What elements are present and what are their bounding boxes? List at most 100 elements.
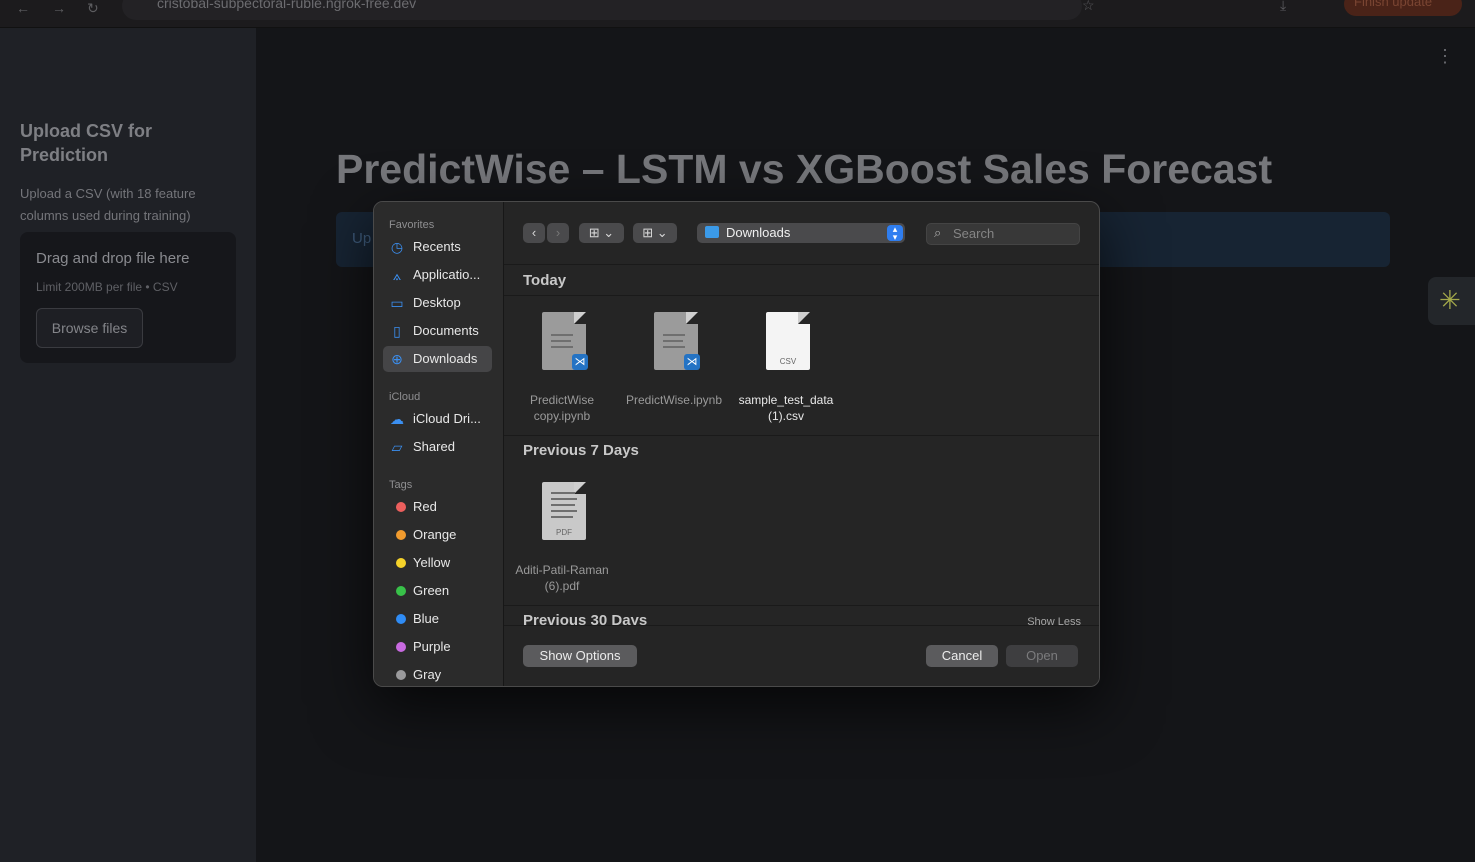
group-grid-icon: ⊞ ⌄: [642, 225, 668, 240]
app-sidebar: Upload CSV for Prediction Upload a CSV (…: [0, 28, 256, 862]
sidebar-item-applications[interactable]: ⟑ Applicatio...: [383, 262, 492, 288]
tag-gray[interactable]: Gray: [383, 662, 492, 686]
sidebar-item-label: Documents: [413, 323, 479, 338]
tag-label: Blue: [413, 611, 440, 626]
divider: [504, 435, 1099, 436]
group-view-button[interactable]: ⊞ ⌄: [633, 223, 677, 243]
shared-folder-icon: ▱: [391, 439, 403, 455]
tag-label: Purple: [413, 639, 451, 654]
clock-icon: ◷: [390, 239, 404, 255]
tag-label: Yellow: [413, 555, 451, 570]
divider: [504, 605, 1099, 606]
tag-blue[interactable]: Blue: [383, 606, 492, 632]
dropzone-limit: Limit 200MB per file • CSV: [36, 280, 178, 294]
dialog-footer: Show Options Cancel Open: [504, 625, 1099, 686]
file-open-dialog: Favorites ◷ Recents ⟑ Applicatio... ▭ De…: [373, 201, 1100, 687]
notebook-file-icon: ⋊: [654, 312, 700, 370]
download-icon: ⊕: [391, 351, 403, 367]
location-label: Downloads: [726, 225, 791, 240]
url-text: cristobal-subpectoral-ruble.ngrok-free.d…: [157, 0, 417, 11]
forward-button[interactable]: ›: [547, 223, 569, 243]
icloud-heading: iCloud: [389, 391, 421, 403]
sidebar-item-label: Desktop: [413, 295, 461, 310]
pdf-file-icon: PDF: [542, 482, 586, 540]
finish-update-button[interactable]: Finish update: [1344, 0, 1462, 16]
back-button[interactable]: ‹: [523, 223, 545, 243]
forward-icon[interactable]: →: [52, 0, 66, 16]
section-title-today: Today: [523, 272, 567, 289]
tag-purple[interactable]: Purple: [383, 634, 492, 660]
tag-label: Green: [413, 583, 450, 598]
green-dot-icon: [396, 586, 406, 596]
open-button[interactable]: Open: [1006, 645, 1078, 667]
vscode-badge-icon: ⋊: [572, 354, 588, 370]
sidebar-item-documents[interactable]: ▯ Documents: [383, 318, 492, 344]
tag-label: Red: [413, 499, 437, 514]
tag-orange[interactable]: Orange: [383, 522, 492, 548]
tag-yellow[interactable]: Yellow: [383, 550, 492, 576]
dropzone-title: Drag and drop file here: [36, 250, 190, 267]
red-dot-icon: [396, 502, 406, 512]
desktop-icon: ▭: [390, 295, 404, 311]
browser-toolbar: ← → ↻ cristobal-subpectoral-ruble.ngrok-…: [0, 0, 1475, 28]
sidebar-item-icloud-drive[interactable]: ☁ iCloud Dri...: [383, 406, 492, 432]
dialog-toolbar: ‹ › ⊞ ⌄ ⊞ ⌄ Downloads ▴ ▾ ⌕ Search: [504, 202, 1099, 265]
sidebar-item-label: iCloud Dri...: [413, 411, 481, 426]
more-menu-icon[interactable]: ⋮: [1436, 46, 1454, 67]
updown-chevron-icon: ▴ ▾: [887, 225, 903, 242]
yellow-dot-icon: [396, 558, 406, 568]
sidebar-item-shared[interactable]: ▱ Shared: [383, 434, 492, 460]
tag-red[interactable]: Red: [383, 494, 492, 520]
section-title-previous-7-days: Previous 7 Days: [523, 442, 639, 459]
file-name: PredictWise.ipynb: [625, 393, 723, 407]
cancel-button[interactable]: Cancel: [926, 645, 998, 667]
orange-dot-icon: [396, 530, 406, 540]
search-icon: ⌕: [934, 225, 942, 240]
search-input[interactable]: ⌕ Search: [926, 223, 1080, 245]
tags-heading: Tags: [389, 479, 413, 491]
assistant-widget[interactable]: ✳: [1428, 277, 1475, 325]
applications-icon: ⟑: [392, 267, 402, 283]
location-select[interactable]: Downloads ▴ ▾: [697, 223, 905, 243]
sidebar-item-desktop[interactable]: ▭ Desktop: [383, 290, 492, 316]
info-alert-text: Up: [352, 230, 372, 247]
csv-file-icon: CSV: [766, 312, 810, 370]
sidebar-item-recents[interactable]: ◷ Recents: [383, 234, 492, 260]
sidebar-item-label: Downloads: [413, 351, 478, 366]
sidebar-item-label: Applicatio...: [413, 267, 481, 282]
sidebar-title: Upload CSV for Prediction: [20, 121, 153, 165]
chevron-right-icon: ›: [555, 225, 561, 240]
favorites-heading: Favorites: [389, 219, 435, 231]
folder-icon: [705, 226, 719, 238]
sidebar-item-label: Shared: [413, 439, 455, 454]
document-icon: ▯: [393, 323, 401, 339]
show-options-button[interactable]: Show Options: [523, 645, 637, 667]
file-name: Aditi-Patil-Raman (6).pdf: [515, 563, 609, 593]
reload-icon[interactable]: ↻: [87, 0, 99, 17]
divider: [504, 295, 1099, 296]
browse-files-button[interactable]: Browse files: [36, 308, 143, 348]
cloud-icon: ☁: [390, 411, 404, 427]
icon-view-button[interactable]: ⊞ ⌄: [579, 223, 624, 243]
gray-dot-icon: [396, 670, 406, 680]
file-name: PredictWise copy.ipynb: [529, 393, 594, 423]
search-placeholder: Search: [953, 226, 995, 241]
tag-label: Gray: [413, 667, 442, 682]
file-name: sample_test_data (1).csv: [738, 393, 834, 423]
notebook-file-icon: ⋊: [542, 312, 588, 370]
sidebar-description: Upload a CSV (with 18 feature columns us…: [20, 186, 196, 223]
tag-label: Orange: [413, 527, 457, 542]
download-icon[interactable]: ⤓: [1280, 0, 1286, 14]
purple-dot-icon: [396, 642, 406, 652]
tag-green[interactable]: Green: [383, 578, 492, 604]
sidebar-item-downloads[interactable]: ⊕ Downloads: [383, 346, 492, 372]
file-dropzone[interactable]: Drag and drop file here Limit 200MB per …: [20, 232, 236, 363]
star-icon[interactable]: ☆: [1082, 0, 1095, 14]
dialog-sidebar: Favorites ◷ Recents ⟑ Applicatio... ▭ De…: [374, 202, 504, 686]
sparkle-icon: ✳: [1439, 285, 1461, 315]
dialog-file-browser: ‹ › ⊞ ⌄ ⊞ ⌄ Downloads ▴▾ ⌕ Search Today: [504, 202, 1099, 686]
sidebar-item-label: Recents: [413, 239, 461, 254]
blue-dot-icon: [396, 614, 406, 624]
grid-icon: ⊞ ⌄: [588, 225, 615, 240]
back-icon[interactable]: ←: [16, 0, 30, 16]
